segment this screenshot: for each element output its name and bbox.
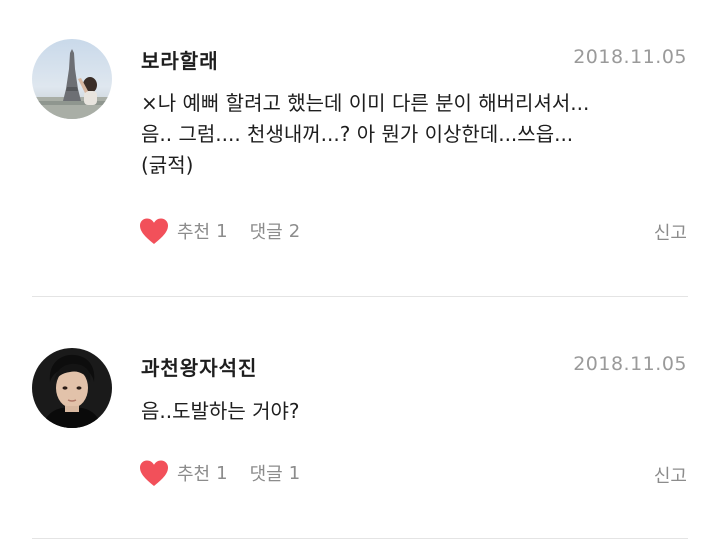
like-button[interactable]: 추천 [177,460,210,486]
reply-count: 2 [288,220,301,242]
comment-date: 2018.11.05 [573,353,687,375]
comment-body-line: 음..도발하는 거야? [141,399,300,423]
comment-date: 2018.11.05 [573,46,687,68]
comment-actions: 추천 1 댓글 1 [139,458,300,488]
heart-icon[interactable] [139,459,169,487]
profile-photo-icon [32,348,112,428]
avatar[interactable] [32,348,112,428]
reply-button[interactable]: 댓글 [250,460,283,486]
reply-count: 1 [288,462,301,484]
comment-body: 음..도발하는 거야? [141,396,691,427]
divider [32,538,688,539]
comment-actions: 추천 1 댓글 2 [139,216,300,246]
comment-item: 과천왕자석진 2018.11.05 음..도발하는 거야? 추천 1 댓글 1 … [0,298,720,540]
comment-username[interactable]: 과천왕자석진 [141,352,257,381]
comment-body: ×나 예뻐 할려고 했는데 이미 다른 분이 해버리셔서... 음.. 그럼..… [141,88,691,181]
comment-body-line: 음.. 그럼.... 천생내꺼...? 아 뭔가 이상한데...쓰읍... [141,122,574,146]
avatar[interactable] [32,39,112,119]
comment-body-line: ×나 예뻐 할려고 했는데 이미 다른 분이 해버리셔서... [141,91,590,115]
report-button[interactable]: 신고 [654,462,687,488]
profile-photo-icon [32,39,112,119]
report-button[interactable]: 신고 [654,219,687,245]
heart-icon[interactable] [139,217,169,245]
like-count: 1 [216,462,228,484]
divider [32,296,688,297]
reply-button[interactable]: 댓글 [250,218,283,244]
comment-username[interactable]: 보라할래 [141,45,219,74]
comment-body-line: (긁적) [141,153,194,177]
like-button[interactable]: 추천 [177,218,210,244]
like-count: 1 [216,220,228,242]
comment-item: 보라할래 2018.11.05 ×나 예뻐 할려고 했는데 이미 다른 분이 해… [0,0,720,297]
